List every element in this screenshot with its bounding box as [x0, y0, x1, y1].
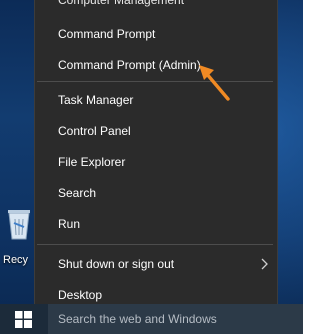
- recycle-bin-icon[interactable]: [4, 205, 34, 241]
- menu-divider: [37, 81, 273, 82]
- windows-logo-icon: [15, 311, 32, 328]
- menu-item-task-manager[interactable]: Task Manager: [35, 89, 277, 111]
- annotation-arrow-icon: [199, 65, 230, 101]
- power-user-menu: Computer Management Command Prompt Comma…: [34, 0, 278, 310]
- menu-item-command-prompt[interactable]: Command Prompt: [35, 23, 277, 45]
- menu-item-command-prompt-admin[interactable]: Command Prompt (Admin): [35, 54, 277, 76]
- menu-item-file-explorer[interactable]: File Explorer: [35, 151, 277, 173]
- taskbar-search-box[interactable]: Search the web and Windows: [48, 304, 303, 334]
- menu-item-shut-down-label: Shut down or sign out: [58, 257, 175, 271]
- menu-item-search[interactable]: Search: [35, 182, 277, 204]
- chevron-right-icon: [261, 258, 268, 270]
- menu-item-computer-management[interactable]: Computer Management: [35, 0, 277, 11]
- menu-item-control-panel[interactable]: Control Panel: [35, 120, 277, 142]
- desktop-screen: Recy Computer Management Command Prompt …: [0, 0, 303, 334]
- menu-item-shut-down[interactable]: Shut down or sign out: [35, 253, 277, 275]
- recycle-bin-label[interactable]: Recy: [3, 254, 28, 266]
- start-button[interactable]: [0, 304, 48, 334]
- menu-item-desktop[interactable]: Desktop: [35, 284, 277, 306]
- taskbar: Search the web and Windows: [0, 304, 303, 334]
- menu-item-run[interactable]: Run: [35, 213, 277, 235]
- menu-divider: [37, 244, 273, 245]
